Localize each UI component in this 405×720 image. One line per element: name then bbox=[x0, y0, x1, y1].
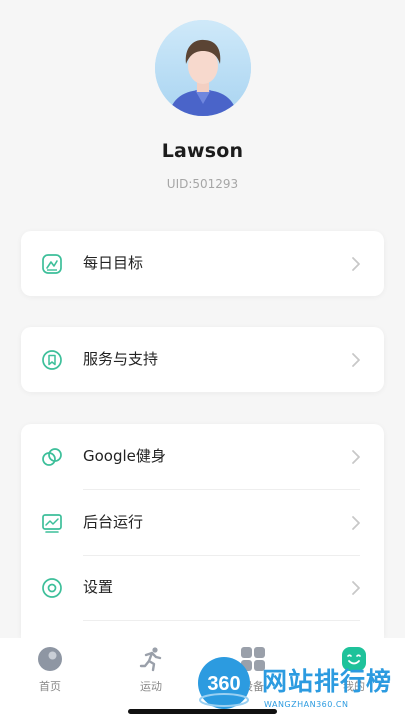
goal-icon bbox=[42, 254, 62, 274]
user-uid: UID:501293 bbox=[166, 177, 239, 191]
linked-circles-icon bbox=[42, 448, 62, 466]
menu-item-background-run[interactable]: 后台运行 bbox=[21, 490, 384, 555]
menu-label-background-run: 后台运行 bbox=[83, 513, 144, 531]
watermark-text: 网站排行榜 bbox=[262, 667, 393, 696]
settings-icon bbox=[42, 578, 62, 598]
tab-label-sport: 运动 bbox=[140, 680, 162, 693]
avatar[interactable] bbox=[155, 20, 251, 116]
menu-label-daily-goal: 每日目标 bbox=[83, 254, 144, 272]
more-options-card: Google健身 后台运行 设置 bbox=[21, 424, 384, 638]
watermark-subtext: WANGZHAN360.CN bbox=[264, 700, 349, 709]
tab-sport[interactable]: 运动 bbox=[121, 646, 181, 694]
home-indicator[interactable] bbox=[128, 709, 277, 714]
home-icon bbox=[38, 647, 62, 671]
menu-label-settings: 设置 bbox=[83, 578, 114, 596]
chart-monitor-icon bbox=[42, 514, 62, 533]
menu-label-service-support: 服务与支持 bbox=[83, 350, 159, 368]
tab-label-home: 首页 bbox=[39, 680, 61, 693]
menu-item-google-fit[interactable]: Google健身 bbox=[21, 424, 384, 489]
divider bbox=[83, 620, 360, 621]
watermark-logo-text: 360 bbox=[207, 673, 240, 695]
bookmark-icon bbox=[42, 350, 62, 370]
daily-goal-card: 每日目标 bbox=[21, 231, 384, 296]
menu-item-daily-goal[interactable]: 每日目标 bbox=[21, 231, 384, 296]
profile-header: Lawson UID:501293 bbox=[0, 0, 405, 215]
watermark-logo-icon: 360 bbox=[198, 657, 250, 709]
tab-home[interactable]: 首页 bbox=[20, 646, 80, 694]
menu-item-settings[interactable]: 设置 bbox=[21, 555, 384, 620]
chevron-right-icon bbox=[352, 353, 360, 367]
service-support-card: 服务与支持 bbox=[21, 327, 384, 392]
chevron-right-icon bbox=[352, 257, 360, 271]
running-icon bbox=[139, 647, 162, 672]
chevron-right-icon bbox=[352, 450, 360, 464]
menu-item-service-support[interactable]: 服务与支持 bbox=[21, 327, 384, 392]
menu-label-google-fit: Google健身 bbox=[83, 447, 166, 465]
chevron-right-icon bbox=[352, 516, 360, 530]
username: Lawson bbox=[161, 140, 244, 162]
chevron-right-icon bbox=[352, 581, 360, 595]
